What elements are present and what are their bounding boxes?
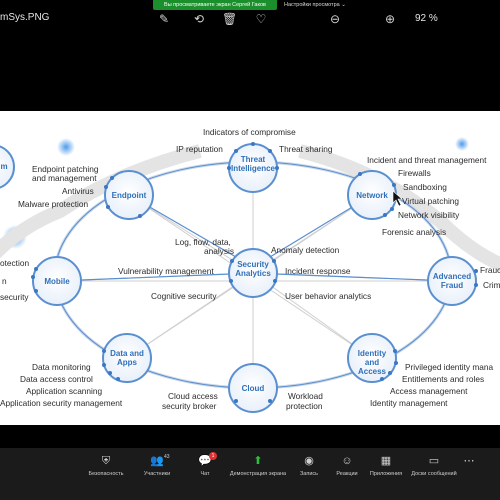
zoom-in-icon[interactable]: ⊕ — [383, 12, 397, 26]
node-left-partial-title: m — [0, 162, 8, 171]
label: security broker — [162, 401, 217, 411]
label: Antivirus — [62, 186, 94, 196]
node-mobile-title: Mobile — [44, 277, 70, 286]
label: security — [0, 292, 29, 302]
apps-button[interactable]: ▦ Приложения — [366, 454, 406, 478]
label: Data access control — [20, 374, 93, 384]
label: Data monitoring — [32, 362, 91, 372]
label: Access management — [390, 386, 468, 396]
record-label: Запись — [299, 471, 319, 477]
label: Frauc — [480, 265, 500, 275]
reactions-label: Реакции — [336, 471, 358, 477]
node-endpoint-title: Endpoint — [111, 191, 147, 200]
zoom-out-icon[interactable]: ⊖ — [328, 12, 342, 26]
glow-dot — [455, 137, 469, 151]
security-button[interactable]: ⛨ Безопасность — [82, 454, 130, 478]
reactions-button[interactable]: ☺ Реакции — [332, 454, 362, 478]
share-screen-icon: ⬆ — [253, 455, 263, 467]
meeting-controls-bar: ⛨ Безопасность 👥 43 Участники 💬 1 Чат ⬆ … — [0, 448, 500, 500]
chat-badge: 1 — [209, 452, 217, 460]
security-label: Безопасность — [88, 471, 124, 477]
label: Network visibility — [398, 210, 460, 220]
node-data-and-apps-title: Data and Apps — [110, 349, 144, 367]
screen-share-banner[interactable]: Вы просматриваете экран Сергей Гаков — [153, 0, 277, 10]
node-cloud-title: Cloud — [241, 384, 265, 393]
glow-dot — [57, 138, 75, 156]
rotate-icon[interactable]: ⟲ — [192, 12, 206, 26]
label: Virtual patching — [402, 196, 460, 206]
label: Anomaly detection — [271, 245, 340, 255]
viewer-toolbar: Вы просматриваете экран Сергей Гаков Нас… — [0, 0, 500, 36]
zoom-level: 92 % — [415, 13, 438, 24]
label: Indicators of compromise — [203, 127, 296, 137]
node-threat-intelligence-title: Threat Intelligence — [230, 155, 275, 173]
label: Threat sharing — [279, 144, 333, 154]
whiteboards-button[interactable]: ▭ Доски сообщений — [410, 454, 458, 478]
edit-image-icon[interactable]: ✎ — [157, 12, 171, 26]
node-identity-and-access-title: Identity and Access — [357, 349, 387, 376]
reactions-icon: ☺ — [341, 455, 353, 467]
whiteboards-label: Доски сообщений — [411, 471, 457, 477]
label: Crim — [483, 280, 500, 290]
node-security-analytics-title: Security Analytics — [235, 260, 271, 278]
label: Application security management — [0, 398, 123, 408]
label: and management — [32, 173, 97, 183]
shared-diagram-image: m Threat Intelligence Endpoint Network M… — [0, 111, 500, 425]
chat-label: Чат — [200, 471, 210, 477]
favorite-icon[interactable]: ♡ — [254, 12, 268, 26]
label: n — [2, 276, 7, 286]
label: Privileged identity mana — [405, 362, 494, 372]
more-button[interactable]: ⋯ — [462, 454, 476, 468]
label: otection — [0, 258, 30, 268]
participants-label: Участники — [143, 471, 171, 477]
view-settings-menu[interactable]: Настройки просмотра ⌄ — [284, 0, 346, 10]
more-icon: ⋯ — [463, 455, 475, 467]
whiteboard-icon: ▭ — [428, 455, 440, 467]
label: Incident response — [285, 266, 351, 276]
node-network-title: Network — [356, 191, 388, 200]
participants-count: 43 — [164, 454, 170, 460]
participants-button[interactable]: 👥 43 Участники — [136, 454, 178, 478]
label: IP reputation — [176, 144, 223, 154]
shield-icon: ⛨ — [101, 455, 111, 467]
label: User behavior analytics — [285, 291, 372, 301]
zoom-meeting-window: Вы просматриваете экран Сергей Гаков Нас… — [0, 0, 500, 500]
label: protection — [286, 401, 323, 411]
label: Firewalls — [398, 168, 431, 178]
label: Workload — [288, 391, 323, 401]
label: analysis — [204, 246, 234, 256]
chat-button[interactable]: 💬 1 Чат — [190, 452, 220, 478]
record-icon: ◉ — [304, 455, 314, 467]
label: Cognitive security — [151, 291, 217, 301]
apps-icon: ▦ — [380, 455, 392, 467]
label: Incident and threat management — [367, 155, 487, 165]
label: Malware protection — [18, 199, 89, 209]
node-advanced-fraud-title: Advanced Fraud — [432, 272, 472, 290]
view-settings-label: Настройки просмотра — [284, 2, 340, 8]
label: Sandboxing — [403, 182, 447, 192]
label: Identity management — [370, 398, 448, 408]
apps-label: Приложения — [369, 471, 403, 477]
label: Entitlements and roles — [402, 374, 485, 384]
label: Forensic analysis — [382, 227, 447, 237]
record-button[interactable]: ◉ Запись — [296, 454, 322, 478]
participants-icon: 👥 — [150, 455, 164, 467]
label: Application scanning — [26, 386, 103, 396]
screen-share-label: Демонстрация экрана — [229, 471, 287, 477]
delete-icon[interactable]: 🗑 — [222, 12, 237, 26]
file-name: mSys.PNG — [0, 12, 50, 23]
label: Cloud access — [168, 391, 218, 401]
label: Vulnerability management — [118, 266, 214, 276]
background-arc — [0, 144, 202, 259]
screen-share-button[interactable]: ⬆ Демонстрация экрана — [228, 454, 288, 478]
chevron-down-icon: ⌄ — [341, 2, 346, 8]
